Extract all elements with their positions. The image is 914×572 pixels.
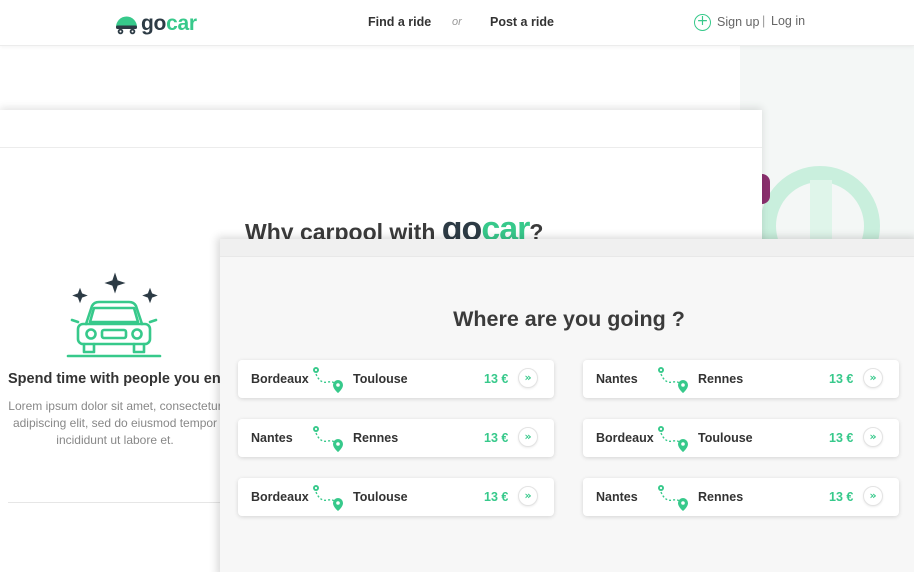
ride-price: 13 € xyxy=(484,372,509,386)
ride-price: 13 € xyxy=(829,372,854,386)
ride-card[interactable]: Bordeaux Toulouse 13 € » xyxy=(583,419,899,457)
login-link[interactable]: Log in xyxy=(771,14,805,28)
ride-to: Toulouse xyxy=(353,372,408,386)
feature-title: Spend time with people you enjoy xyxy=(8,371,242,387)
ride-price: 13 € xyxy=(829,490,854,504)
route-pin-icon xyxy=(313,485,343,511)
logo-wordmark: gocar xyxy=(141,12,197,36)
route-pin-icon xyxy=(313,367,343,393)
ride-card[interactable]: Bordeaux Toulouse 13 € » xyxy=(238,360,554,398)
gocar-logo[interactable]: gocar xyxy=(114,11,197,37)
ride-from: Bordeaux xyxy=(251,372,309,386)
hero-bar-shape xyxy=(810,180,832,246)
ride-to: Rennes xyxy=(698,372,744,386)
gocar-logo-icon xyxy=(116,16,137,34)
route-pin-icon xyxy=(658,367,688,393)
feature-description: Lorem ipsum dolor sit amet, consectetur … xyxy=(8,399,222,447)
ride-price: 13 € xyxy=(484,431,509,445)
chevron-double-right-icon[interactable]: » xyxy=(863,427,883,447)
where-going-title: Where are you going ? xyxy=(453,307,685,331)
nav-or-label: or xyxy=(452,16,462,28)
plus-circle-icon: + xyxy=(694,13,711,31)
hero-background xyxy=(740,46,914,246)
ride-from: Nantes xyxy=(251,431,293,445)
ride-card[interactable]: Nantes Rennes 13 € » xyxy=(583,360,899,398)
ride-to: Rennes xyxy=(353,431,399,445)
chevron-double-right-icon[interactable]: » xyxy=(518,427,538,447)
ride-from: Nantes xyxy=(596,372,638,386)
logo-car: car xyxy=(166,12,197,35)
chevron-double-right-icon[interactable]: » xyxy=(518,368,538,388)
ride-card[interactable]: Bordeaux Toulouse 13 € » xyxy=(238,478,554,516)
route-pin-icon xyxy=(313,426,343,452)
panel-topband xyxy=(220,239,914,257)
ride-from: Bordeaux xyxy=(596,431,654,445)
signup-button[interactable]: + Sign up xyxy=(694,12,759,32)
ride-from: Bordeaux xyxy=(251,490,309,504)
panel-topbar xyxy=(0,110,762,148)
chevron-double-right-icon[interactable]: » xyxy=(863,368,883,388)
top-navbar: gocar Find a ride or Post a ride + Sign … xyxy=(0,0,914,46)
ride-to: Rennes xyxy=(698,490,744,504)
ride-price: 13 € xyxy=(484,490,509,504)
chevron-double-right-icon[interactable]: » xyxy=(518,486,538,506)
route-pin-icon xyxy=(658,485,688,511)
ride-to: Toulouse xyxy=(698,431,753,445)
where-going-panel: Where are you going ? Bordeaux Toulouse … xyxy=(220,239,914,572)
ride-card[interactable]: Nantes Rennes 13 € » xyxy=(583,478,899,516)
find-ride-link[interactable]: Find a ride xyxy=(368,15,431,29)
ride-to: Toulouse xyxy=(353,490,408,504)
signup-label: Sign up xyxy=(717,15,760,29)
ride-card[interactable]: Nantes Rennes 13 € » xyxy=(238,419,554,457)
car-illustration-icon xyxy=(66,272,162,358)
post-ride-link[interactable]: Post a ride xyxy=(490,15,554,29)
route-pin-icon xyxy=(658,426,688,452)
auth-separator: | xyxy=(762,14,766,28)
ride-price: 13 € xyxy=(829,431,854,445)
section-divider xyxy=(8,502,222,503)
chevron-double-right-icon[interactable]: » xyxy=(863,486,883,506)
ride-from: Nantes xyxy=(596,490,638,504)
logo-go: go xyxy=(141,12,167,35)
